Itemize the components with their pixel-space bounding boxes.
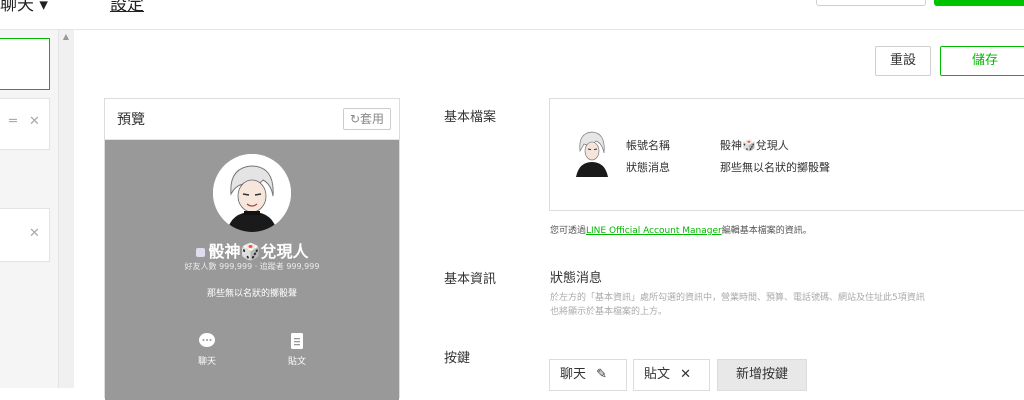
profile-note-suffix: 編輯基本檔案的資訊。: [721, 226, 812, 236]
profile-note: 您可透過LINE Official Account Manager編輯基本檔案的…: [550, 223, 812, 236]
account-name-label: 帳號名稱: [626, 139, 670, 152]
button-chip-post-label: 貼文: [644, 367, 671, 382]
close-icon[interactable]: ✕: [680, 367, 691, 382]
manager-link[interactable]: LINE Official Account Manager: [586, 226, 722, 236]
preview-action-chat-label: 聊天: [197, 357, 216, 367]
basic-info-label: 基本資訊: [444, 272, 497, 287]
button-chip-chat-label: 聊天: [560, 367, 587, 382]
basic-info-desc-1: 於左方的「基本資訊」處所勾選的資訊中，營業時間、預算、電話號碼、網站及住址此5項…: [550, 293, 925, 303]
preview-status-message: 那些無以名狀的擲骰聲: [206, 289, 297, 299]
refresh-icon: ↻: [349, 112, 361, 126]
button-chip-chat[interactable]: 聊天 ✎: [549, 359, 627, 391]
sidebar-card[interactable]: ✕: [0, 208, 50, 262]
profile-note-prefix: 您可透過: [550, 226, 587, 236]
preview-account-name-text: 骰神🎲兌現人: [208, 242, 309, 261]
avatar: [213, 154, 291, 232]
reset-button[interactable]: 重設: [875, 46, 931, 76]
preview-body: 骰神🎲兌現人 好友人數 999,999 · 追蹤者 999,999 那些無以名狀…: [105, 140, 399, 400]
top-secondary-button[interactable]: [816, 0, 926, 6]
add-button[interactable]: 新增按鍵: [717, 359, 807, 391]
apply-button[interactable]: ↻套用: [343, 108, 391, 130]
button-chip-post[interactable]: 貼文 ✕: [633, 359, 710, 391]
top-link[interactable]: 設定: [110, 0, 144, 15]
close-icon[interactable]: ✕: [29, 114, 40, 129]
preview-panel: 預覽 ↻套用 骰神🎲兌現人 好友人數 999,999 · 追蹤者 999,999…: [104, 98, 400, 400]
drag-handle-icon[interactable]: ═: [9, 114, 17, 129]
apply-label: 套用: [360, 112, 385, 126]
preview-account-name: 骰神🎲兌現人: [105, 238, 399, 262]
save-button[interactable]: 儲存: [940, 46, 1024, 76]
chat-bubble-icon: [199, 333, 215, 347]
avatar-small: [574, 129, 610, 177]
basic-profile-box: 帳號名稱 骰神🎲兌現人 狀態消息 那些無以名狀的擲骰聲: [549, 98, 1024, 211]
preview-action-post-label: 貼文: [287, 357, 306, 367]
scroll-up-icon[interactable]: ▲: [58, 32, 74, 41]
preview-action-post: 貼文: [277, 332, 317, 367]
post-icon: [291, 333, 303, 349]
sidebar-card[interactable]: ═ ✕: [0, 98, 50, 150]
top-primary-button[interactable]: [934, 0, 1024, 6]
basic-profile-label: 基本檔案: [444, 110, 497, 125]
sidebar-card-active[interactable]: [0, 38, 50, 90]
basic-info-desc-2: 也將顯示於基本檔案的上方。: [550, 307, 668, 317]
preview-action-chat: 聊天: [187, 332, 227, 367]
pencil-icon[interactable]: ✎: [596, 367, 607, 382]
preview-title: 預覽: [117, 112, 145, 128]
preview-stats: 好友人數 999,999 · 追蹤者 999,999: [184, 262, 320, 271]
buttons-label: 按鍵: [444, 351, 471, 366]
top-bar: 聊天 ▾ 設定: [0, 0, 1024, 30]
status-label: 狀態消息: [626, 161, 670, 174]
account-name-value: 骰神🎲兌現人: [720, 139, 789, 152]
sidebar: ═ ✕ ✕: [0, 30, 58, 388]
scrollbar[interactable]: [58, 30, 74, 388]
shield-icon: [195, 248, 205, 257]
preview-header: 預覽 ↻套用: [105, 99, 399, 140]
basic-info-subtitle: 狀態消息: [550, 271, 603, 286]
status-value: 那些無以名狀的擲骰聲: [720, 161, 830, 174]
top-title: 聊天 ▾: [0, 0, 48, 15]
close-icon[interactable]: ✕: [29, 226, 40, 241]
